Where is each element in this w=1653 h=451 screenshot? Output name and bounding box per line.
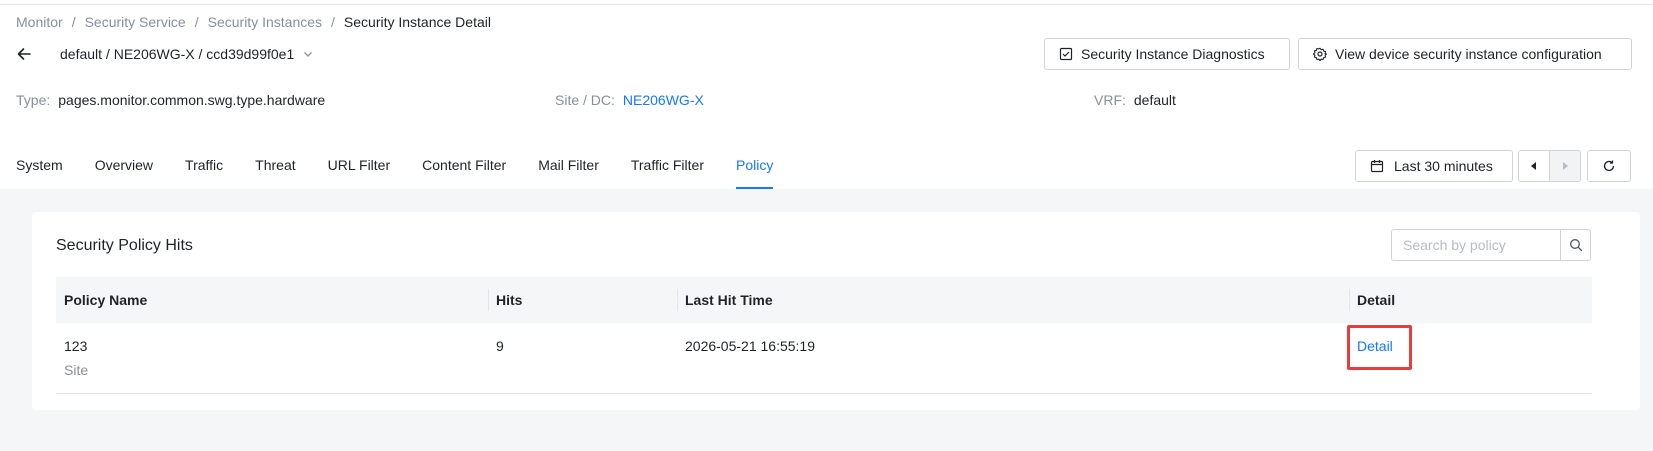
refresh-button[interactable]: [1587, 150, 1631, 182]
security-instance-diagnostics-button[interactable]: Security Instance Diagnostics: [1044, 38, 1290, 70]
gear-icon: [1313, 47, 1327, 61]
breadcrumb-security-instances[interactable]: Security Instances: [208, 14, 322, 30]
refresh-icon: [1603, 160, 1615, 172]
column-header-hits: Hits: [488, 277, 677, 323]
tab-policy[interactable]: Policy: [735, 147, 774, 189]
tab-content-filter[interactable]: Content Filter: [422, 147, 506, 189]
detail-link[interactable]: Detail: [1357, 338, 1393, 354]
tab-mail-filter[interactable]: Mail Filter: [538, 147, 599, 189]
diagnostics-button-label: Security Instance Diagnostics: [1081, 46, 1265, 62]
back-button[interactable]: [14, 44, 34, 64]
breadcrumb-monitor[interactable]: Monitor: [16, 14, 63, 30]
instance-selector-value: default / NE206WG-X / ccd39d99f0e1: [60, 46, 295, 62]
cell-hits: 9: [496, 338, 504, 354]
breadcrumb-security-service[interactable]: Security Service: [85, 14, 186, 30]
meta-site-label: Site / DC: [555, 92, 612, 108]
table-header: Policy Name Hits Last Hit Time Detail: [56, 277, 1592, 323]
cell-last-hit-time: 2026-05-21 16:55:19: [685, 338, 815, 354]
tab-system[interactable]: System: [16, 147, 63, 189]
meta-vrf-label: VRF: [1094, 92, 1122, 108]
policy-name: 123: [64, 338, 88, 354]
top-divider: [0, 4, 1653, 5]
tab-overview[interactable]: Overview: [95, 147, 153, 189]
view-config-button-label: View device security instance configurat…: [1335, 46, 1602, 62]
column-header-detail: Detail: [1349, 277, 1592, 323]
meta-type-value: pages.monitor.common.swg.type.hardware: [58, 92, 326, 108]
search-input[interactable]: [1392, 230, 1560, 260]
tab-traffic-filter[interactable]: Traffic Filter: [631, 147, 704, 189]
meta-vrf: VRF: default: [1094, 92, 1176, 108]
meta-site: Site / DC: NE206WG-X: [555, 92, 704, 108]
meta-type: Type: pages.monitor.common.swg.type.hard…: [16, 92, 325, 108]
tab-bar: System Overview Traffic Threat URL Filte…: [16, 147, 805, 189]
search-icon: [1569, 239, 1582, 252]
view-config-button[interactable]: View device security instance configurat…: [1298, 38, 1632, 70]
column-header-last-hit-time: Last Hit Time: [677, 277, 1349, 323]
meta-type-label: Type: [16, 92, 47, 108]
meta-colon: :: [46, 92, 51, 108]
meta-colon: :: [1122, 92, 1126, 108]
policy-scope: Site: [64, 362, 89, 378]
table-row: 123 Site 9 2026-05-21 16:55:19 Detail: [56, 323, 1592, 394]
caret-right-icon: [1563, 162, 1569, 170]
breadcrumb: Monitor / Security Service / Security In…: [16, 14, 491, 30]
column-header-policy-name: Policy Name: [64, 292, 148, 308]
arrow-left-icon: [17, 48, 31, 60]
cell-detail: Detail: [1349, 323, 1592, 393]
site-link[interactable]: NE206WG-X: [623, 92, 704, 108]
meta-colon: :: [611, 92, 615, 108]
time-range-picker[interactable]: Last 30 minutes: [1355, 150, 1513, 182]
chevron-down-icon: [302, 48, 314, 60]
meta-vrf-value: default: [1133, 92, 1176, 108]
policy-search: [1391, 229, 1591, 261]
security-policy-hits-card: Security Policy Hits Policy Name Hits La…: [32, 212, 1640, 410]
breadcrumb-separator: /: [71, 14, 76, 30]
tab-traffic[interactable]: Traffic: [185, 147, 223, 189]
previous-range-button[interactable]: [1519, 151, 1550, 181]
time-nav-group: [1518, 150, 1581, 182]
breadcrumb-current-page: Security Instance Detail: [343, 14, 491, 30]
next-range-button[interactable]: [1549, 151, 1580, 181]
search-button[interactable]: [1560, 230, 1590, 260]
caret-left-icon: [1531, 162, 1537, 170]
policy-hits-table: Policy Name Hits Last Hit Time Detail 12…: [56, 277, 1592, 394]
card-title: Security Policy Hits: [56, 237, 193, 254]
checkbox-icon: [1059, 47, 1073, 61]
instance-selector[interactable]: default / NE206WG-X / ccd39d99f0e1: [60, 46, 314, 62]
breadcrumb-separator: /: [194, 14, 199, 30]
time-range-label: Last 30 minutes: [1394, 158, 1493, 174]
tab-threat[interactable]: Threat: [255, 147, 295, 189]
breadcrumb-separator: /: [331, 14, 335, 30]
tab-url-filter[interactable]: URL Filter: [328, 147, 391, 189]
calendar-icon: [1370, 159, 1384, 173]
cell-policy-name: 123 Site: [56, 323, 488, 393]
